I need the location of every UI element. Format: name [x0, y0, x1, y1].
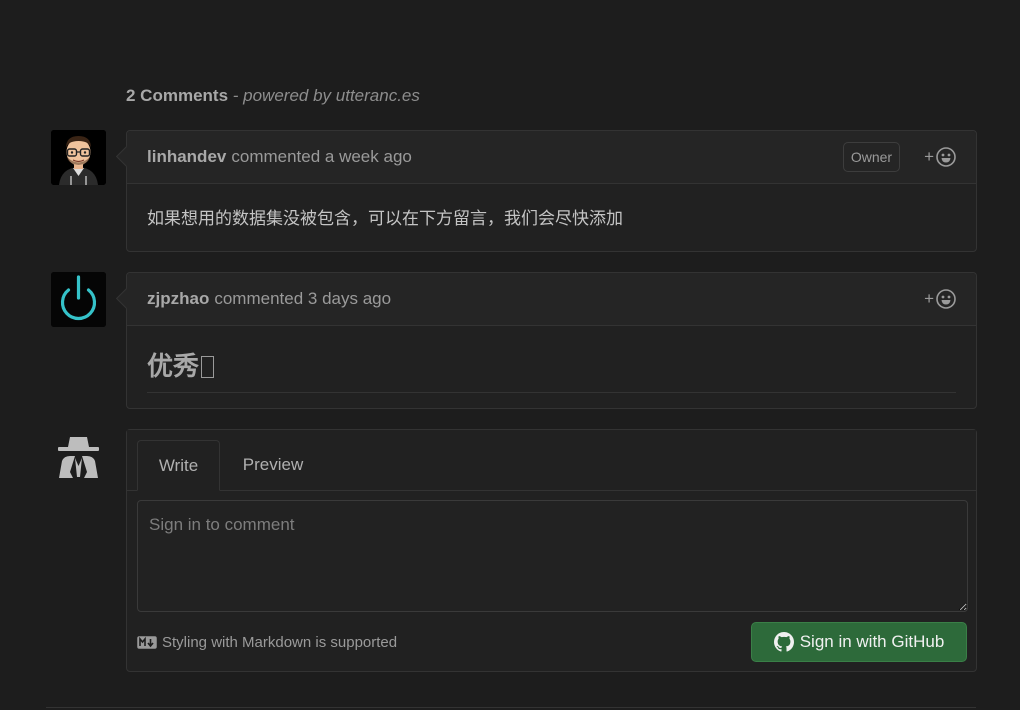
smiley-face-icon — [936, 289, 956, 309]
comment-text: 优秀 — [147, 351, 200, 381]
avatar-linhandev[interactable] — [51, 130, 106, 185]
comment-text: 如果想用的数据集没被包含，可以在下方留言，我们会尽快添加 — [147, 209, 623, 228]
plus-label: + — [924, 147, 934, 166]
divider — [46, 707, 976, 708]
markdown-icon — [137, 636, 157, 649]
anonymous-user-icon — [58, 437, 99, 478]
add-reaction-button[interactable]: + — [924, 147, 956, 167]
comment-header: linhandev commented a week ago Owner + — [127, 131, 976, 184]
comment-linhandev: linhandev commented a week ago Owner + 如… — [126, 130, 977, 252]
new-comment-form: Write Preview Styling with Markdown is s… — [126, 429, 977, 672]
avatar-zjpzhao[interactable] — [51, 272, 106, 327]
comment-zjpzhao: zjpzhao commented 3 days ago + 优秀 — [126, 272, 977, 409]
comment-header: zjpzhao commented 3 days ago + — [127, 273, 976, 326]
power-icon-avatar-icon — [51, 272, 106, 327]
missing-emoji-glyph — [201, 356, 215, 378]
cartoon-man-with-glasses-avatar-icon — [51, 130, 106, 185]
comments-page: 2 Comments - powered by utteranc.es linh… — [0, 0, 1020, 710]
tab-preview[interactable]: Preview — [231, 440, 315, 490]
comment-timestamp[interactable]: commented 3 days ago — [214, 289, 391, 309]
owner-badge: Owner — [842, 142, 901, 172]
smiley-face-icon — [936, 147, 956, 167]
comment-heading: 优秀 — [147, 346, 956, 393]
tab-write[interactable]: Write — [137, 440, 220, 491]
comments-count: 2 Comments — [126, 86, 229, 105]
github-mark-icon — [773, 632, 794, 652]
comment-body: 如果想用的数据集没被包含，可以在下方留言，我们会尽快添加 — [127, 184, 976, 252]
comment-author[interactable]: zjpzhao — [147, 289, 209, 309]
comment-author[interactable]: linhandev — [147, 147, 226, 167]
comment-input[interactable] — [137, 500, 968, 612]
editor-tabs: Write Preview — [127, 430, 976, 491]
powered-by-label: - powered by utteranc.es — [232, 86, 420, 105]
comment-timestamp[interactable]: commented a week ago — [231, 147, 412, 167]
markdown-support-note: Styling with Markdown is supported — [137, 634, 397, 651]
comment-body: 优秀 — [127, 326, 976, 393]
sign-in-with-github-button[interactable]: Sign in with GitHub — [751, 622, 967, 662]
markdown-note-text: Styling with Markdown is supported — [162, 634, 398, 651]
anonymous-avatar — [51, 430, 106, 485]
sign-in-label: Sign in with GitHub — [799, 632, 945, 651]
add-reaction-button[interactable]: + — [924, 289, 956, 309]
plus-label: + — [924, 289, 934, 308]
comments-header: 2 Comments - powered by utteranc.es — [126, 86, 420, 106]
